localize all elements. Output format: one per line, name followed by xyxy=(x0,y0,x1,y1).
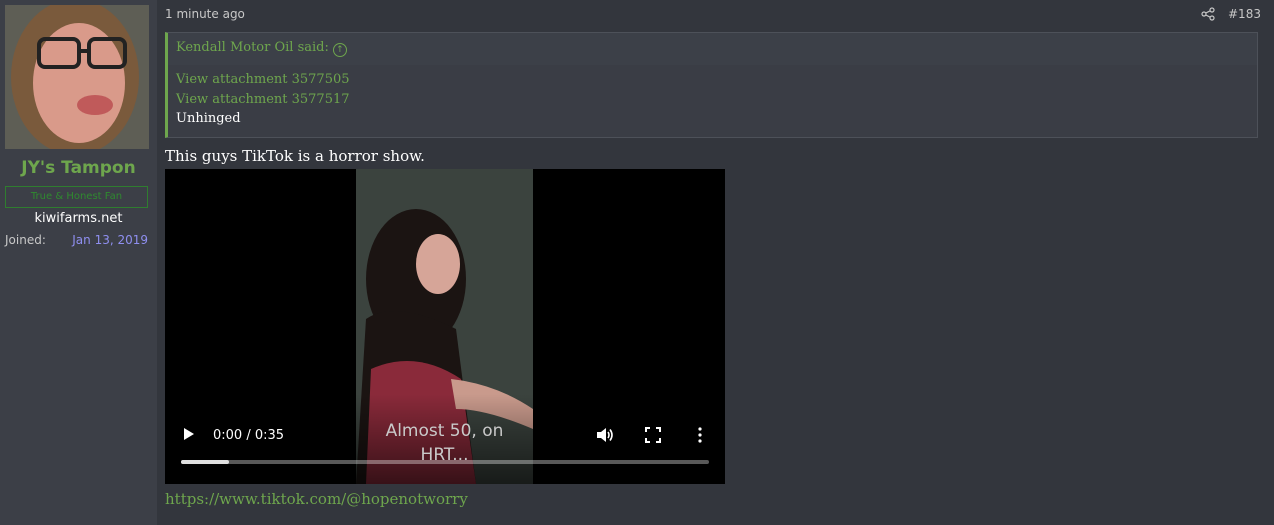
share-icon[interactable] xyxy=(1201,7,1215,21)
user-info-panel: JY's Tampon True & Honest Fan kiwifarms.… xyxy=(0,0,157,525)
user-title-badge: True & Honest Fan xyxy=(5,186,148,208)
avatar-image xyxy=(5,5,149,149)
post-timestamp[interactable]: 1 minute ago xyxy=(165,7,245,21)
username[interactable]: JY's Tampon xyxy=(0,158,157,178)
video-progress-bar[interactable] xyxy=(181,460,709,464)
volume-icon[interactable] xyxy=(596,427,614,443)
video-progress-fill xyxy=(181,460,229,464)
caption-line-1: Almost 50, on xyxy=(385,421,504,441)
post-body-text: This guys TikTok is a horror show. xyxy=(165,147,425,165)
quote-text: Unhinged xyxy=(176,111,241,126)
tiktok-link[interactable]: https://www.tiktok.com/@hopenotworry xyxy=(165,490,468,508)
play-icon[interactable] xyxy=(183,427,195,441)
attachment-link-1[interactable]: View attachment 3577505 xyxy=(176,70,1249,90)
quote-author[interactable]: Kendall Motor Oil said: xyxy=(176,40,329,55)
video-time: 0:00 / 0:35 xyxy=(213,428,285,443)
joined-date: Jan 13, 2019 xyxy=(72,233,148,247)
post-number[interactable]: #183 xyxy=(1228,7,1261,21)
quote-block: Kendall Motor Oil said: ↑ View attachment… xyxy=(165,32,1258,138)
attachment-link-2[interactable]: View attachment 3577517 xyxy=(176,90,1249,110)
more-vertical-icon[interactable] xyxy=(697,427,703,443)
joined-label: Joined: xyxy=(5,233,46,247)
fullscreen-icon[interactable] xyxy=(645,427,661,443)
user-subtitle: kiwifarms.net xyxy=(34,211,123,226)
video-player[interactable]: Almost 50, on HRT... 0:00 / 0:35 xyxy=(165,169,725,484)
avatar[interactable] xyxy=(5,5,149,149)
quote-header: Kendall Motor Oil said: ↑ xyxy=(168,33,1257,65)
arrow-up-circle-icon[interactable]: ↑ xyxy=(332,43,347,57)
quote-body: View attachment 3577505 View attachment … xyxy=(168,65,1257,129)
